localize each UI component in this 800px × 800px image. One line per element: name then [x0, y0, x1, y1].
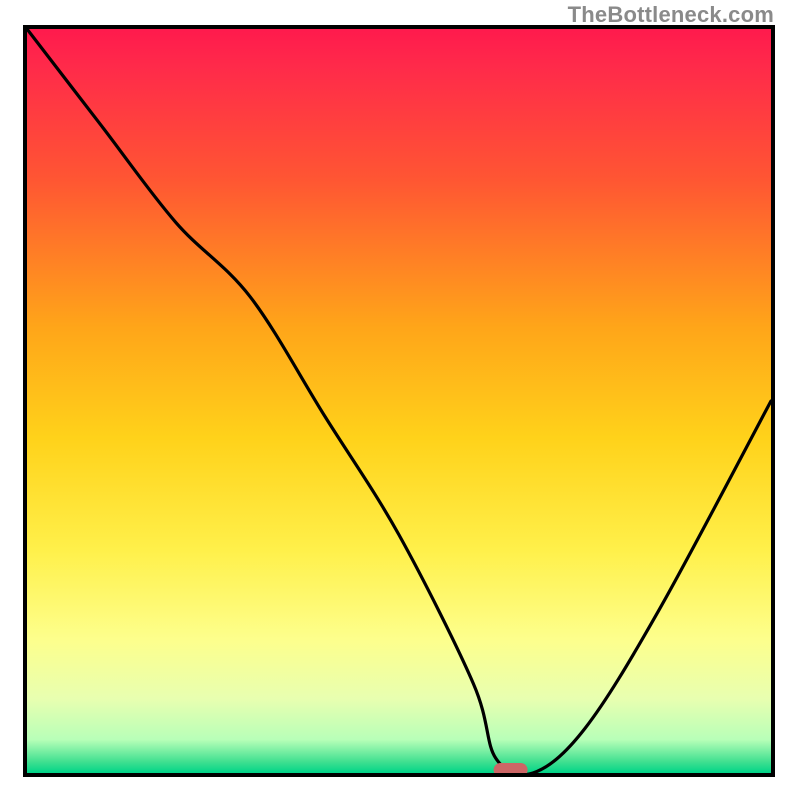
chart-svg [27, 29, 771, 773]
chart-frame [23, 25, 775, 777]
optimal-marker [494, 763, 528, 773]
chart-background [27, 29, 771, 773]
